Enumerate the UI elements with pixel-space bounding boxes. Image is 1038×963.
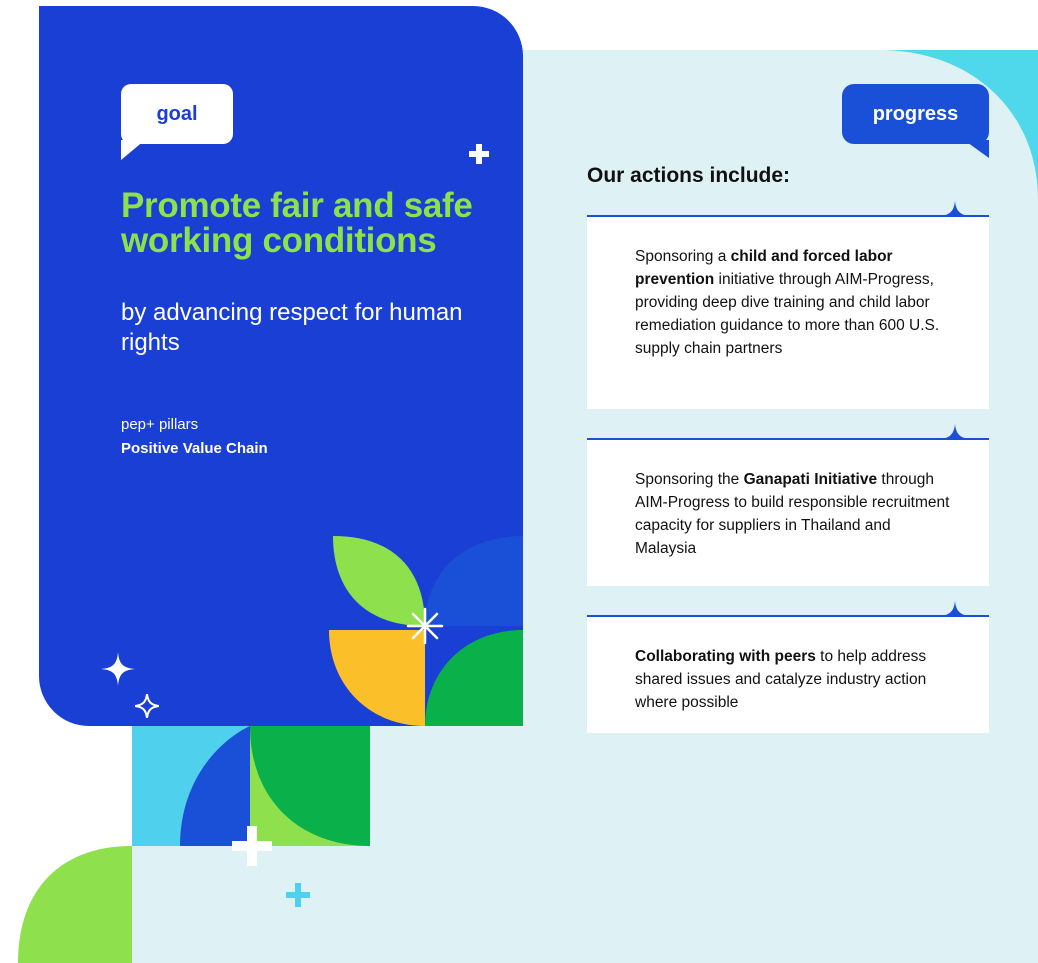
decorative-tiles bbox=[18, 726, 370, 963]
goal-subheadline: by advancing respect for human rights bbox=[121, 299, 463, 356]
pillars-value: Positive Value Chain bbox=[121, 440, 268, 457]
action-text-1: Sponsoring a child and forced labor prev… bbox=[635, 248, 940, 357]
action-text-3: Collaborating with peers to help address… bbox=[635, 648, 927, 711]
goal-headline: Promote fair and safe working conditions bbox=[121, 186, 473, 260]
leaf-artwork bbox=[329, 536, 523, 726]
action-text-2: Sponsoring the Ganapati Initiative throu… bbox=[635, 471, 950, 557]
goal-card: goal Promote fair and safe working condi… bbox=[39, 6, 523, 726]
progress-badge-tail bbox=[964, 140, 989, 158]
goal-badge-tail bbox=[121, 140, 145, 160]
action-card-1: Sponsoring a child and forced labor prev… bbox=[587, 217, 989, 409]
teal-plus-icon bbox=[286, 883, 310, 907]
action-card-3: Collaborating with peers to help address… bbox=[587, 617, 989, 733]
goal-badge: goal bbox=[121, 84, 233, 144]
white-plus-icon bbox=[232, 826, 272, 866]
plus-sparkle-icon bbox=[469, 144, 489, 164]
action-card-2: Sponsoring the Ganapati Initiative throu… bbox=[587, 440, 989, 586]
pillars-label: pep+ pillars bbox=[121, 416, 199, 433]
progress-badge: progress bbox=[842, 84, 989, 144]
star-sparkle-icon bbox=[101, 652, 135, 686]
actions-title: Our actions include: bbox=[587, 164, 791, 187]
small-star-sparkle-icon bbox=[135, 694, 159, 718]
